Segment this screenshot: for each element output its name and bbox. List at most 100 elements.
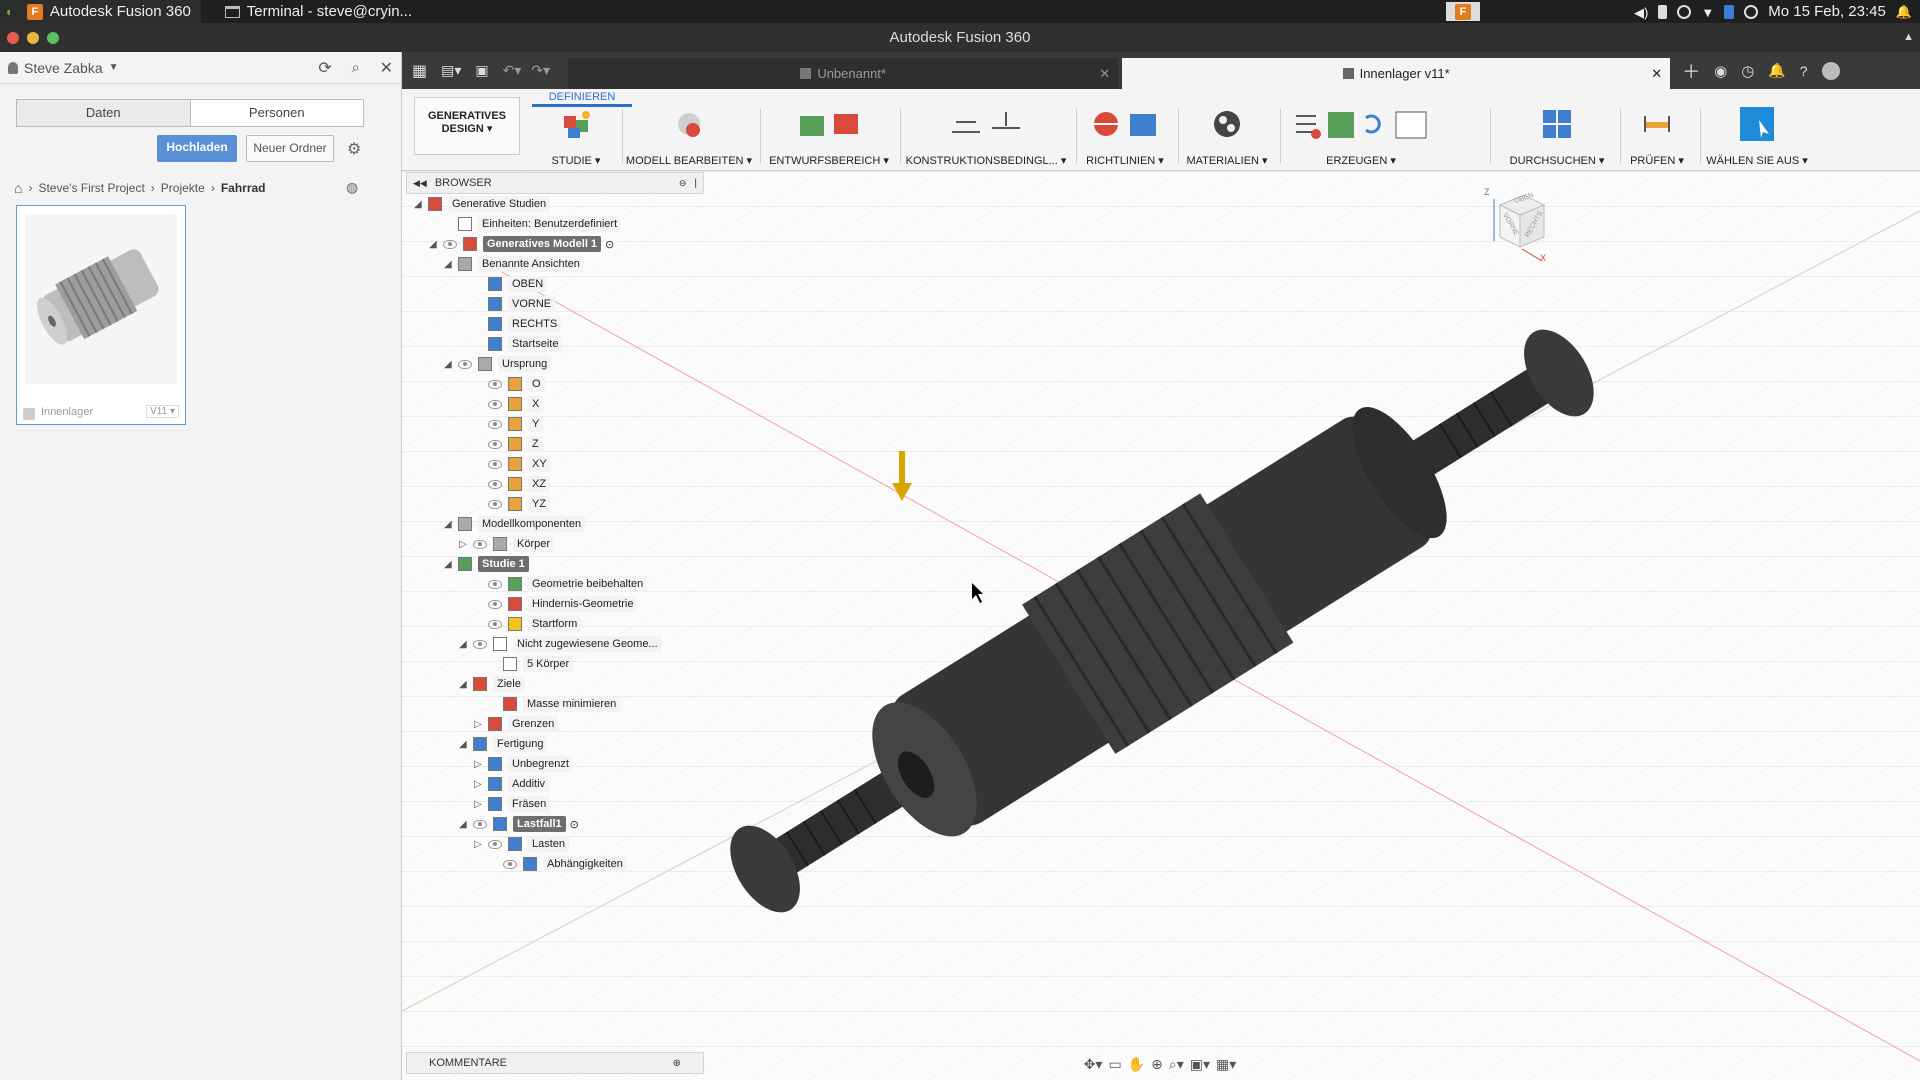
expand-toggle-icon[interactable]: ▷ xyxy=(459,539,473,550)
tree-view-startseite[interactable]: Startseite xyxy=(474,334,563,354)
expand-toggle-icon[interactable]: ◢ xyxy=(444,359,458,370)
tree-ziele[interactable]: ◢ Ziele xyxy=(459,674,525,694)
close-icon[interactable]: ✕ xyxy=(1651,66,1662,82)
zoom-icon[interactable]: ⊕ xyxy=(1151,1056,1163,1073)
tree-abhaengigkeiten[interactable]: Abhängigkeiten xyxy=(489,854,627,874)
browser-header[interactable]: ◀◀ BROWSER ⊖ | xyxy=(406,172,704,194)
new-folder-button[interactable]: Neuer Ordner xyxy=(246,135,334,162)
app-menu-icon[interactable]: ◐ xyxy=(6,4,14,19)
tree-5-koerper[interactable]: 5 Körper xyxy=(489,654,574,674)
visibility-eye-icon[interactable] xyxy=(503,859,517,869)
tree-axis-x[interactable]: X xyxy=(474,394,544,414)
tree-view-oben[interactable]: OBEN xyxy=(474,274,548,294)
save-icon[interactable]: ▣ xyxy=(475,62,488,79)
taskbar-item-terminal[interactable]: Terminal - steve@cryin... xyxy=(219,0,422,23)
expand-toggle-icon[interactable]: ▷ xyxy=(474,799,488,810)
visibility-eye-icon[interactable] xyxy=(488,579,502,589)
pin-icon[interactable]: | xyxy=(694,178,697,189)
minimize-window-button[interactable] xyxy=(27,32,39,44)
expand-toggle-icon[interactable]: ◢ xyxy=(444,259,458,270)
expand-toggle-icon[interactable]: ◢ xyxy=(414,199,428,210)
breadcrumb-item[interactable]: Steve's First Project xyxy=(38,181,144,195)
extensions-icon[interactable]: ◉ xyxy=(1714,62,1727,80)
tree-masse-minimieren[interactable]: Masse minimieren xyxy=(489,694,621,714)
upload-button[interactable]: Hochladen xyxy=(157,135,237,162)
toolbar-group-durchsuchen[interactable]: DURCHSUCHEN ▾ xyxy=(1502,107,1612,167)
expand-toggle-icon[interactable]: ▷ xyxy=(474,759,488,770)
maximize-window-button[interactable] xyxy=(47,32,59,44)
tree-nicht-zugewiesene[interactable]: ◢ Nicht zugewiesene Geome... xyxy=(459,634,662,654)
visibility-eye-icon[interactable] xyxy=(488,839,502,849)
tree-koerper[interactable]: ▷ Körper xyxy=(459,534,555,554)
apps-grid-icon[interactable]: ▦ xyxy=(412,61,427,81)
tree-additiv[interactable]: ▷ Additiv xyxy=(474,774,550,794)
tree-benannte-ansichten[interactable]: ◢ Benannte Ansichten xyxy=(444,254,584,274)
browser-options-icon[interactable]: ⊖ xyxy=(679,178,687,189)
toolbar-group-waehlen[interactable]: WÄHLEN SIE AUS ▾ xyxy=(1702,107,1812,167)
visibility-eye-icon[interactable] xyxy=(488,419,502,429)
close-window-button[interactable] xyxy=(7,32,19,44)
expand-toggle-icon[interactable]: ◢ xyxy=(459,679,473,690)
visibility-eye-icon[interactable] xyxy=(473,639,487,649)
tree-unbegrenzt[interactable]: ▷ Unbegrenzt xyxy=(474,754,573,774)
file-card[interactable]: Innenlager V11 ▾ xyxy=(16,205,186,425)
wifi-icon[interactable]: ▼ xyxy=(1701,5,1714,20)
look-at-icon[interactable]: ▭ xyxy=(1108,1056,1121,1073)
toolbar-group-materialien[interactable]: MATERIALIEN ▾ xyxy=(1180,107,1274,167)
tree-plane-yz[interactable]: YZ xyxy=(474,494,551,514)
tree-geometrie-beibehalten[interactable]: Geometrie beibehalten xyxy=(474,574,648,594)
tree-plane-xz[interactable]: XZ xyxy=(474,474,551,494)
file-menu-icon[interactable]: ▤▾ xyxy=(441,62,461,79)
toolbar-group-entwurfsbereich[interactable]: ENTWURFSBEREICH ▾ xyxy=(764,107,894,167)
globe-icon[interactable]: ◍ xyxy=(346,179,358,196)
expand-toggle-icon[interactable]: ◢ xyxy=(459,739,473,750)
doc-tab-innenlager[interactable]: Innenlager v11* ✕ xyxy=(1122,58,1671,89)
tree-axis-z[interactable]: Z xyxy=(474,434,543,454)
new-tab-icon[interactable]: ＋ xyxy=(1682,58,1700,84)
avatar[interactable] xyxy=(1821,61,1840,80)
doc-tab-unbenannt[interactable]: Unbenannt* ✕ xyxy=(568,58,1119,89)
refresh-icon[interactable]: ⟳ xyxy=(318,58,331,78)
visibility-eye-icon[interactable] xyxy=(488,399,502,409)
pan-icon[interactable]: ✋ xyxy=(1128,1056,1145,1073)
grid-settings-icon[interactable]: ▦▾ xyxy=(1216,1056,1236,1073)
menu-icon[interactable]: ▲ xyxy=(1903,23,1914,52)
visibility-eye-icon[interactable] xyxy=(488,439,502,449)
tab-daten[interactable]: Daten xyxy=(17,100,191,126)
tree-startform[interactable]: Startform xyxy=(474,614,582,634)
tree-modellkomponenten[interactable]: ◢ Modellkomponenten xyxy=(444,514,586,534)
add-comment-icon[interactable]: ⊕ xyxy=(673,1058,681,1069)
tree-origin-o[interactable]: O xyxy=(474,374,545,394)
visibility-eye-icon[interactable] xyxy=(473,819,487,829)
activate-radio-icon[interactable]: ⊙ xyxy=(605,238,614,251)
gear-icon[interactable]: ⚙ xyxy=(347,139,361,159)
tree-axis-y[interactable]: Y xyxy=(474,414,544,434)
tree-einheiten[interactable]: Einheiten: Benutzerdefiniert xyxy=(444,214,622,234)
tree-fertigung[interactable]: ◢ Fertigung xyxy=(459,734,548,754)
expand-toggle-icon[interactable]: ◢ xyxy=(459,639,473,650)
comments-panel[interactable]: KOMMENTARE ⊕ xyxy=(406,1052,704,1074)
toolbar-group-modell-bearbeiten[interactable]: MODELL BEARBEITEN ▾ xyxy=(624,107,754,167)
expand-toggle-icon[interactable]: ◢ xyxy=(429,239,443,250)
toolbar-group-pruefen[interactable]: PRÜFEN ▾ xyxy=(1622,107,1692,167)
tree-plane-xy[interactable]: XY xyxy=(474,454,551,474)
vpn-icon[interactable] xyxy=(1744,4,1759,19)
tree-ursprung[interactable]: ◢ Ursprung xyxy=(444,354,552,374)
tree-lastfall1[interactable]: ◢ Lastfall1 ⊙ xyxy=(459,814,579,834)
notifications-icon[interactable]: 🔔 xyxy=(1768,62,1785,79)
tree-view-vorne[interactable]: VORNE xyxy=(474,294,556,314)
tree-fraesen[interactable]: ▷ Fräsen xyxy=(474,794,551,814)
tree-studie-1[interactable]: ◢ Studie 1 xyxy=(444,554,529,574)
user-menu[interactable]: Steve Zabka xyxy=(24,60,103,76)
redo-icon[interactable]: ↷▾ xyxy=(531,62,550,79)
taskbar-item-fusion[interactable]: ◐ F Autodesk Fusion 360 xyxy=(0,0,201,23)
visibility-eye-icon[interactable] xyxy=(488,479,502,489)
expand-toggle-icon[interactable]: ▷ xyxy=(474,839,488,850)
job-status-icon[interactable]: ◷ xyxy=(1741,62,1754,80)
toolbar-group-erzeugen[interactable]: ERZEUGEN ▾ xyxy=(1282,107,1440,167)
display-settings-icon[interactable]: ▣▾ xyxy=(1190,1056,1210,1073)
battery-icon[interactable] xyxy=(1658,4,1668,19)
bluetooth-icon[interactable] xyxy=(1724,4,1735,19)
clock[interactable]: Mo 15 Feb, 23:45 xyxy=(1768,3,1886,20)
version-badge[interactable]: V11 ▾ xyxy=(146,405,179,418)
